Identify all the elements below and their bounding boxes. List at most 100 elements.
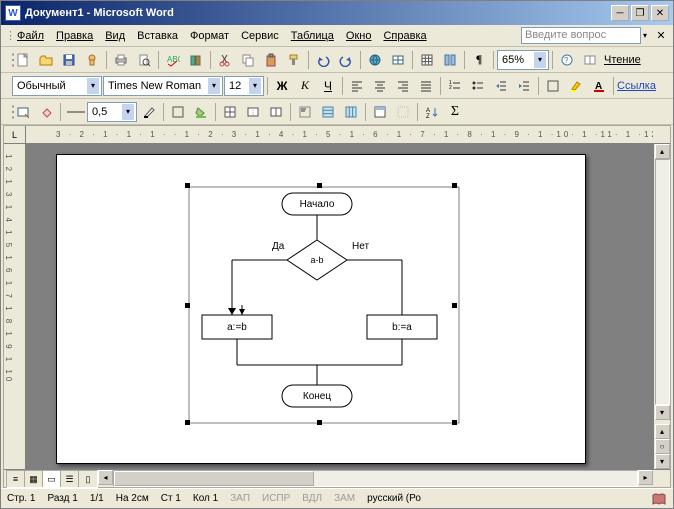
bullets-icon[interactable]	[467, 75, 489, 97]
save-icon[interactable]	[58, 49, 80, 71]
distribute-cols-icon[interactable]	[340, 101, 362, 123]
menu-window[interactable]: Окно	[340, 28, 378, 44]
document-close-button[interactable]: ✕	[653, 29, 669, 43]
horizontal-ruler[interactable]: 3 · 2 · 1 · 1 · 1 · · 1 · 2 · 3 · 1 · 4 …	[26, 126, 653, 144]
scroll-right-button[interactable]: ▸	[638, 470, 653, 485]
menu-table[interactable]: Таблица	[285, 28, 340, 44]
scroll-left-button[interactable]: ◂	[98, 470, 113, 485]
insert-table2-icon[interactable]	[219, 101, 241, 123]
pen-color-icon[interactable]	[138, 101, 160, 123]
status-trk[interactable]: ИСПР	[262, 493, 290, 504]
underline-button[interactable]: Ч	[317, 75, 339, 97]
close-button[interactable]: ✕	[651, 5, 669, 21]
line-style-icon[interactable]: ▾	[64, 101, 86, 123]
menu-edit[interactable]: Правка	[50, 28, 99, 44]
reading-view-icon[interactable]: ▯	[79, 471, 97, 487]
print-preview-icon[interactable]	[133, 49, 155, 71]
border-outside-icon[interactable]	[167, 101, 189, 123]
open-icon[interactable]	[35, 49, 57, 71]
insert-link-button[interactable]: Ссылка	[617, 80, 656, 92]
normal-view-icon[interactable]: ≡	[7, 471, 25, 487]
align-left-icon[interactable]	[346, 75, 368, 97]
vertical-scrollbar[interactable]: ▴ ▾ ▴ ○ ▾	[653, 144, 670, 469]
tab-selector[interactable]: L	[4, 126, 26, 144]
split-cells-icon[interactable]	[265, 101, 287, 123]
italic-button[interactable]: К	[294, 75, 316, 97]
outline-view-icon[interactable]: ☰	[61, 471, 79, 487]
style-combo[interactable]: Обычный▾	[12, 76, 102, 96]
menu-help[interactable]: Справка	[377, 28, 432, 44]
menu-format[interactable]: Формат	[184, 28, 235, 44]
permission-icon[interactable]	[81, 49, 103, 71]
menu-service[interactable]: Сервис	[235, 28, 285, 44]
status-ovr[interactable]: ЗАМ	[334, 493, 355, 504]
redo-icon[interactable]	[335, 49, 357, 71]
menu-insert[interactable]: Вставка	[131, 28, 184, 44]
vertical-ruler[interactable]: 1 2 1 3 1 4 1 5 1 6 1 7 1 8 1 9 1 10	[4, 144, 26, 469]
read-mode-icon[interactable]	[579, 49, 601, 71]
bold-button[interactable]: Ж	[271, 75, 293, 97]
borders-icon[interactable]	[542, 75, 564, 97]
tables-borders-icon[interactable]	[387, 49, 409, 71]
highlight-icon[interactable]	[565, 75, 587, 97]
menu-file[interactable]: Файл	[11, 28, 50, 44]
align-justify-icon[interactable]	[415, 75, 437, 97]
insert-table-icon[interactable]	[416, 49, 438, 71]
read-mode-button[interactable]: Чтение	[604, 54, 641, 66]
horizontal-scrollbar[interactable]	[113, 470, 638, 487]
flow-decision: a-b	[310, 255, 323, 265]
scroll-down-button[interactable]: ▾	[655, 405, 670, 420]
hide-gridlines-icon[interactable]	[392, 101, 414, 123]
format-painter-icon[interactable]	[283, 49, 305, 71]
restore-button[interactable]: ❐	[631, 5, 649, 21]
font-size-combo[interactable]: 12▾	[224, 76, 264, 96]
increase-indent-icon[interactable]	[513, 75, 535, 97]
merge-cells-icon[interactable]	[242, 101, 264, 123]
align-right-icon[interactable]	[392, 75, 414, 97]
sort-asc-icon[interactable]: AZ	[421, 101, 443, 123]
status-ext[interactable]: ВДЛ	[302, 493, 322, 504]
new-doc-icon[interactable]	[12, 49, 34, 71]
zoom-combo[interactable]: 65%▾	[497, 50, 549, 70]
font-color-icon[interactable]: A	[588, 75, 610, 97]
columns-icon[interactable]	[439, 49, 461, 71]
autosum-icon[interactable]: Σ	[444, 101, 466, 123]
scroll-up-button[interactable]: ▴	[655, 144, 670, 159]
research-icon[interactable]	[185, 49, 207, 71]
draw-table-icon[interactable]	[12, 101, 34, 123]
font-combo[interactable]: Times New Roman▾	[103, 76, 223, 96]
print-layout-view-icon[interactable]: ▭	[43, 471, 61, 487]
doc-map-icon[interactable]: ?	[556, 49, 578, 71]
browse-next-button[interactable]: ▾	[655, 454, 670, 469]
flowchart-canvas[interactable]: Начало a-b Да Нет	[187, 185, 467, 425]
status-rec[interactable]: ЗАП	[230, 493, 250, 504]
show-marks-icon[interactable]: ¶	[468, 49, 490, 71]
paste-icon[interactable]	[260, 49, 282, 71]
fill-color-icon[interactable]	[190, 101, 212, 123]
web-view-icon[interactable]: ▦	[25, 471, 43, 487]
autoformat-icon[interactable]	[369, 101, 391, 123]
decrease-indent-icon[interactable]	[490, 75, 512, 97]
eraser-icon[interactable]	[35, 101, 57, 123]
menu-view[interactable]: Вид	[99, 28, 131, 44]
align-center-icon[interactable]	[369, 75, 391, 97]
copy-icon[interactable]	[237, 49, 259, 71]
document-area[interactable]: Начало a-b Да Нет	[26, 144, 653, 469]
line-weight-combo[interactable]: 0,5▾	[87, 102, 137, 122]
cut-icon[interactable]	[214, 49, 236, 71]
status-at: На 2см	[116, 493, 149, 504]
status-lang[interactable]: русский (Ро	[367, 493, 421, 504]
spellcheck-icon[interactable]: ABC	[162, 49, 184, 71]
undo-icon[interactable]	[312, 49, 334, 71]
print-icon[interactable]	[110, 49, 132, 71]
browse-object-button[interactable]: ○	[655, 439, 670, 454]
titlebar[interactable]: W Документ1 - Microsoft Word ─ ❐ ✕	[1, 1, 673, 25]
distribute-rows-icon[interactable]	[317, 101, 339, 123]
browse-prev-button[interactable]: ▴	[655, 424, 670, 439]
hyperlink-icon[interactable]	[364, 49, 386, 71]
numbering-icon[interactable]: 12	[444, 75, 466, 97]
align-top-left-icon[interactable]	[294, 101, 316, 123]
minimize-button[interactable]: ─	[611, 5, 629, 21]
status-book-icon[interactable]	[651, 492, 667, 506]
ask-question-input[interactable]: Введите вопрос	[521, 27, 641, 44]
